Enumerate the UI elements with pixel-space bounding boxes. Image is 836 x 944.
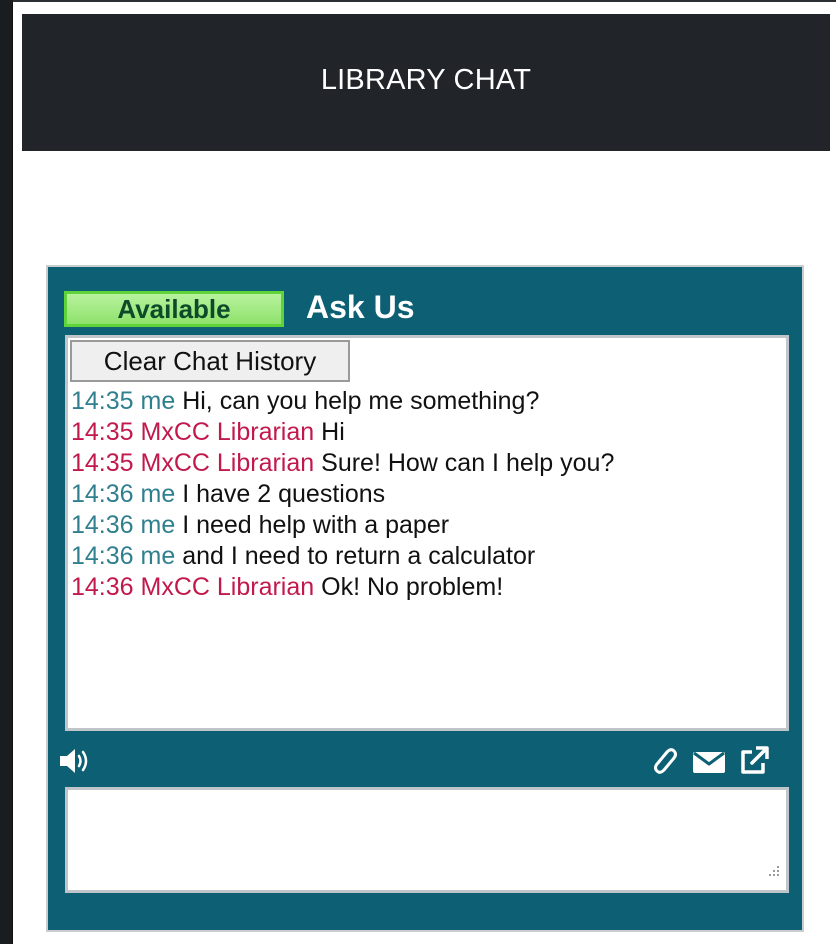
chat-toolbar <box>58 743 794 777</box>
sound-icon[interactable] <box>58 747 94 775</box>
message-sender: MxCC Librarian <box>140 573 315 601</box>
clear-chat-history-button[interactable]: Clear Chat History <box>70 340 350 382</box>
chat-message: 14:36 me and I need to return a calculat… <box>71 541 782 572</box>
chat-widget: Available Ask Us Clear Chat History 14:3… <box>46 265 804 932</box>
message-text: Hi, can you help me something? <box>182 387 540 415</box>
chat-transcript[interactable]: Clear Chat History 14:35 me Hi, can you … <box>65 335 789 731</box>
chat-message: 14:35 MxCC Librarian Sure! How can I hel… <box>71 448 782 479</box>
header-bar: LIBRARY CHAT <box>22 14 830 151</box>
message-sender: me <box>140 542 176 570</box>
paperclip-icon[interactable] <box>648 745 680 777</box>
chat-message: 14:35 me Hi, can you help me something? <box>71 386 782 417</box>
mail-icon[interactable] <box>692 749 726 775</box>
message-time: 14:35 <box>71 387 134 415</box>
message-text: and I need to return a calculator <box>182 542 536 570</box>
widget-title: Ask Us <box>306 289 415 325</box>
message-text: I have 2 questions <box>182 480 386 508</box>
popout-icon[interactable] <box>738 745 770 777</box>
page-title: LIBRARY CHAT <box>320 64 532 96</box>
message-time: 14:36 <box>71 573 134 601</box>
message-sender: me <box>140 480 176 508</box>
page: LIBRARY CHAT Available Ask Us Clear Chat… <box>12 0 836 944</box>
chat-message: 14:36 me I need help with a paper <box>71 510 782 541</box>
message-text: Sure! How can I help you? <box>321 449 615 477</box>
message-time: 14:36 <box>71 480 134 508</box>
message-time: 14:36 <box>71 511 134 539</box>
message-list: 14:35 me Hi, can you help me something? … <box>71 386 782 603</box>
resize-grip-icon[interactable] <box>764 863 782 881</box>
message-sender: MxCC Librarian <box>140 418 315 446</box>
message-sender: me <box>140 511 176 539</box>
status-badge: Available <box>64 291 284 327</box>
message-text: I need help with a paper <box>182 511 450 539</box>
message-sender: me <box>140 387 176 415</box>
message-input[interactable] <box>65 787 789 893</box>
message-time: 14:36 <box>71 542 134 570</box>
chat-message: 14:36 MxCC Librarian Ok! No problem! <box>71 572 782 603</box>
message-time: 14:35 <box>71 449 134 477</box>
message-text: Ok! No problem! <box>321 573 504 601</box>
message-time: 14:35 <box>71 418 134 446</box>
message-text: Hi <box>321 418 345 446</box>
chat-message: 14:36 me I have 2 questions <box>71 479 782 510</box>
chat-message: 14:35 MxCC Librarian Hi <box>71 417 782 448</box>
message-sender: MxCC Librarian <box>140 449 315 477</box>
